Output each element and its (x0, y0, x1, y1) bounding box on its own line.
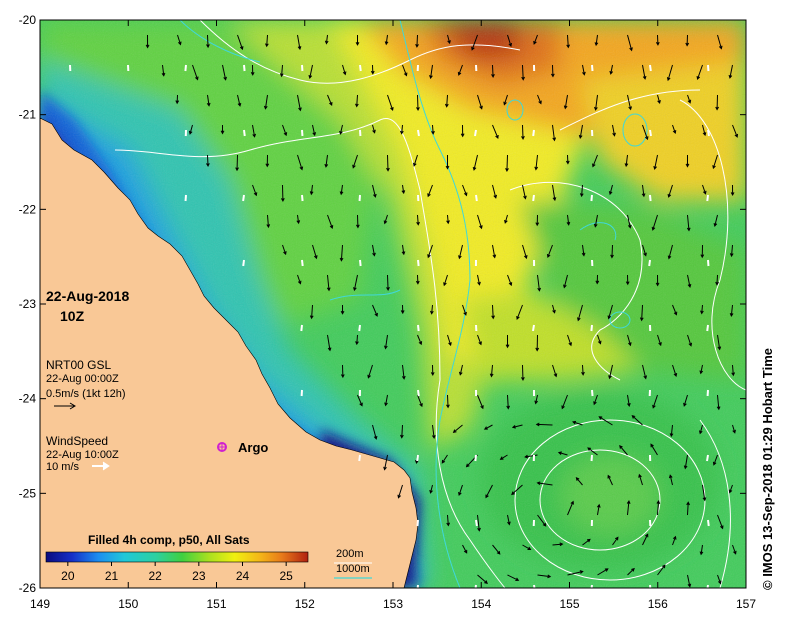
lon-tick-label: 149 (30, 597, 50, 611)
lon-tick-label: 156 (648, 597, 668, 611)
colorbar-tick-label: 25 (279, 569, 293, 583)
sst-map: 149 150 151 152 153 154 155 156 157 -20 -21 -22 -23 -… (19, 13, 757, 611)
lat-tick-label: -20 (19, 13, 37, 27)
lon-tick-label: 151 (206, 597, 226, 611)
lon-tick-label: 153 (383, 597, 403, 611)
colorbar-tick-label: 23 (192, 569, 206, 583)
sst-field (40, 20, 746, 588)
colorbar-tick-label: 24 (236, 569, 250, 583)
lon-tick-label: 150 (118, 597, 138, 611)
colorbar-tick-label: 22 (148, 569, 162, 583)
argo-label: Argo (238, 440, 269, 455)
colorbar-tick-label: 21 (105, 569, 119, 583)
lat-tick-label: -26 (19, 581, 37, 595)
contour-1000-label: 1000m (336, 563, 370, 575)
lat-tick-label: -25 (19, 486, 37, 500)
current-legend-scale: 0.5m/s (1kt 12h) (46, 388, 126, 400)
lon-tick-label: 157 (736, 597, 756, 611)
credit-text: © IMOS 13-Sep-2018 01:29 Hobart Time (760, 348, 775, 590)
colorbar (45, 551, 309, 563)
lon-tick-label: 155 (559, 597, 579, 611)
colorbar-tick-label: 20 (61, 569, 75, 583)
lat-tick-label: -23 (19, 297, 37, 311)
wind-legend-time: 22-Aug 10:00Z (46, 449, 119, 461)
wind-legend-title: WindSpeed (46, 434, 109, 448)
current-legend-title: NRT00 GSL (46, 358, 112, 372)
map-time: 10Z (60, 308, 85, 324)
wind-legend-scale: 10 m/s (46, 461, 80, 473)
lat-tick-label: -24 (19, 392, 37, 406)
lat-tick-label: -22 (19, 202, 37, 216)
lon-tick-label: 154 (471, 597, 491, 611)
map-date: 22-Aug-2018 (46, 288, 130, 304)
colorbar-title: Filled 4h comp, p50, All Sats (88, 533, 250, 547)
lat-tick-label: -21 (19, 108, 37, 122)
contour-200-label: 200m (336, 548, 364, 560)
current-legend-time: 22-Aug 00:00Z (46, 373, 119, 385)
lon-tick-label: 152 (295, 597, 315, 611)
